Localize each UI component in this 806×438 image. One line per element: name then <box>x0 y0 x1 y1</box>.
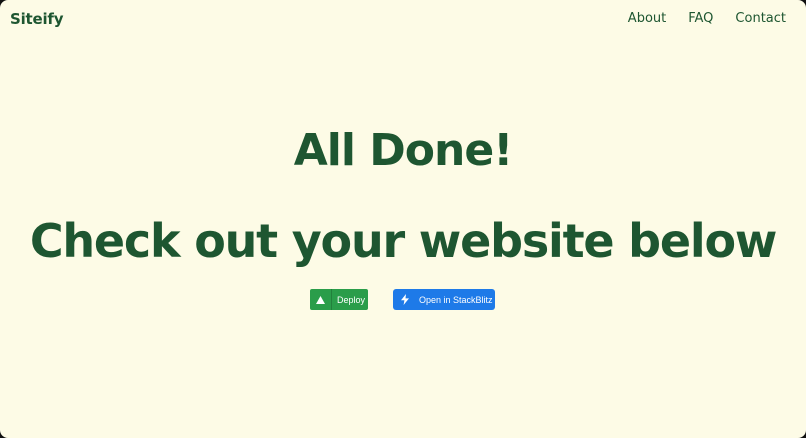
triangle-icon <box>310 289 332 310</box>
deploy-button-label: Deploy <box>337 294 366 305</box>
top-nav: About FAQ Contact <box>606 11 786 26</box>
page-title: All Done! <box>293 125 514 176</box>
nav-link-about[interactable]: About <box>628 11 666 26</box>
stackblitz-button-label: Open in StackBlitz <box>419 294 493 305</box>
page-subtitle: Check out your website below <box>29 214 778 268</box>
nav-link-faq[interactable]: FAQ <box>688 11 713 26</box>
page: Siteify About FAQ Contact All Done! Chec… <box>0 0 806 438</box>
deploy-button[interactable]: Deploy <box>310 289 368 310</box>
open-in-stackblitz-button[interactable]: Open in StackBlitz <box>393 289 495 310</box>
action-buttons: Deploy Open in StackBlitz <box>0 289 806 310</box>
nav-link-contact[interactable]: Contact <box>735 11 786 26</box>
lightning-bolt-icon <box>395 289 415 310</box>
brand-logo-link[interactable]: Siteify <box>10 10 64 28</box>
